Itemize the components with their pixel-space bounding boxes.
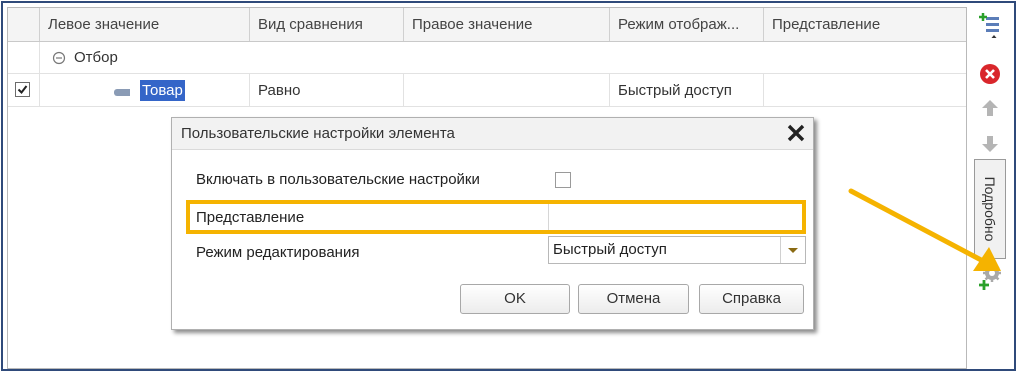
group-row[interactable]: Отбор xyxy=(8,42,966,74)
left-value-text[interactable]: Товар xyxy=(140,80,185,101)
grid-header: Левое значение Вид сравнения Правое знач… xyxy=(8,8,966,42)
move-up-icon[interactable] xyxy=(979,97,1001,119)
close-icon[interactable] xyxy=(785,122,807,144)
move-down-icon[interactable] xyxy=(979,133,1001,155)
display-mode-cell[interactable]: Быстрый доступ xyxy=(610,74,764,106)
collapse-icon[interactable] xyxy=(52,51,66,65)
left-value-cell[interactable]: Товар xyxy=(40,74,250,106)
edit-mode-label: Режим редактирования xyxy=(196,244,360,261)
row-check-cell xyxy=(8,74,40,106)
annotation-arrow-icon xyxy=(848,188,1001,271)
column-left-value[interactable]: Левое значение xyxy=(40,8,250,41)
include-label: Включать в пользовательские настройки xyxy=(196,171,480,188)
column-display-mode[interactable]: Режим отображ... xyxy=(610,8,764,41)
column-comparison[interactable]: Вид сравнения xyxy=(250,8,404,41)
field-icon xyxy=(114,89,130,96)
element-settings-dialog: Пользовательские настройки элемента Вклю… xyxy=(171,117,814,330)
group-label: Отбор xyxy=(74,49,118,66)
right-value-cell[interactable] xyxy=(404,74,610,106)
dialog-title: Пользовательские настройки элемента xyxy=(181,125,455,142)
presentation-cell[interactable] xyxy=(764,74,966,106)
help-button[interactable]: Справка xyxy=(699,284,804,314)
ok-button[interactable]: OK xyxy=(460,284,570,314)
comparison-cell[interactable]: Равно xyxy=(250,74,404,106)
column-presentation[interactable]: Представление xyxy=(764,8,966,41)
column-right-value[interactable]: Правое значение xyxy=(404,8,610,41)
dialog-title-bar[interactable]: Пользовательские настройки элемента xyxy=(172,118,813,150)
cancel-button[interactable]: Отмена xyxy=(578,284,689,314)
chevron-down-icon[interactable] xyxy=(780,237,805,263)
include-checkbox[interactable] xyxy=(555,172,571,188)
row-checkbox[interactable] xyxy=(15,82,30,97)
group-row-check-cell xyxy=(8,42,40,73)
highlight-box xyxy=(186,200,806,234)
window-frame: Левое значение Вид сравнения Правое знач… xyxy=(1,1,1016,371)
edit-mode-select[interactable]: Быстрый доступ xyxy=(548,236,806,264)
add-list-icon[interactable] xyxy=(979,13,1001,38)
delete-icon[interactable] xyxy=(979,63,1001,85)
header-check-column xyxy=(8,8,40,41)
table-row[interactable]: Товар Равно Быстрый доступ xyxy=(8,74,966,107)
edit-mode-value: Быстрый доступ xyxy=(553,241,667,258)
